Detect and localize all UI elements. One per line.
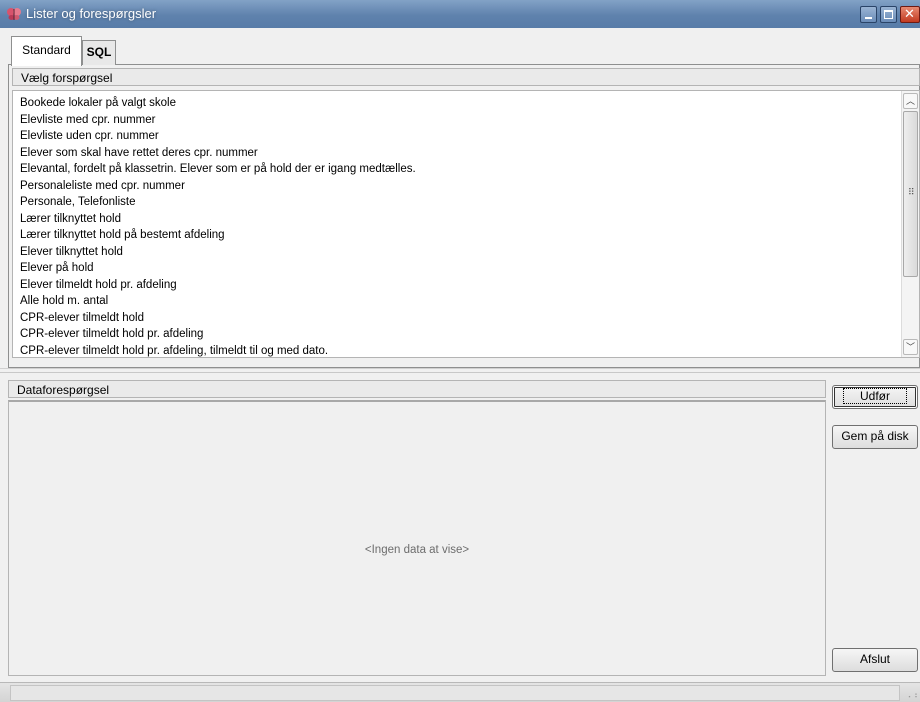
window-title: Lister og forespørgsler bbox=[26, 6, 157, 21]
scroll-thumb[interactable]: ⠿ bbox=[903, 111, 918, 277]
data-grid[interactable]: <Ingen data at vise> bbox=[8, 400, 826, 676]
query-list-item[interactable]: Elever som skal have rettet deres cpr. n… bbox=[20, 145, 895, 162]
execute-button-label: Udfør bbox=[843, 388, 907, 404]
query-list-item[interactable]: Bookede lokaler på valgt skole bbox=[20, 95, 895, 112]
query-list-item[interactable]: Lærer tilknyttet hold på bestemt afdelin… bbox=[20, 227, 895, 244]
query-list-item[interactable]: Elever tilknyttet hold bbox=[20, 244, 895, 261]
status-panel bbox=[10, 685, 900, 701]
panel-splitter[interactable] bbox=[0, 368, 920, 373]
minimize-icon bbox=[865, 17, 872, 19]
scroll-up-button[interactable]: ︿ bbox=[903, 93, 918, 109]
resize-grip-icon[interactable]: ⠠⠰ bbox=[905, 691, 918, 700]
grip-icon: ⠿ bbox=[908, 187, 915, 197]
minimize-button[interactable] bbox=[860, 6, 877, 23]
query-list-item[interactable]: Lærer tilknyttet hold bbox=[20, 211, 895, 228]
close-icon: ✕ bbox=[904, 7, 915, 22]
execute-button[interactable]: Udfør bbox=[832, 385, 918, 409]
maximize-icon bbox=[884, 10, 893, 19]
query-list-item[interactable]: CPR-elever tilmeldt hold bbox=[20, 310, 895, 327]
chevron-down-icon: ﹀ bbox=[905, 342, 915, 352]
query-list-item[interactable]: Elevantal, fordelt på klassetrin. Elever… bbox=[20, 161, 895, 178]
query-list-item[interactable]: Personaleliste med cpr. nummer bbox=[20, 178, 895, 195]
tab-sql[interactable]: SQL bbox=[82, 40, 116, 65]
empty-data-message: <Ingen data at vise> bbox=[364, 544, 470, 556]
query-list-item[interactable]: Personale, Telefonliste bbox=[20, 194, 895, 211]
maximize-button[interactable] bbox=[880, 6, 897, 23]
query-list-item[interactable]: Elevliste uden cpr. nummer bbox=[20, 128, 895, 145]
query-list-scrollbar[interactable]: ︿ ⠿ ﹀ bbox=[901, 91, 919, 357]
query-list-item[interactable]: Elevliste med cpr. nummer bbox=[20, 112, 895, 129]
data-section-header: Dataforespørgsel bbox=[8, 380, 826, 398]
scroll-down-button[interactable]: ﹀ bbox=[903, 339, 918, 355]
query-list[interactable]: Bookede lokaler på valgt skole Elevliste … bbox=[12, 90, 920, 358]
close-app-button[interactable]: Afslut bbox=[832, 648, 918, 672]
status-bar: ⠠⠰ bbox=[0, 682, 920, 702]
query-section-header: Vælg forspørgsel bbox=[12, 68, 920, 86]
chevron-up-icon: ︿ bbox=[905, 96, 915, 106]
query-list-item[interactable]: CPR-elever tilmeldt hold pr. afdeling, t… bbox=[20, 343, 895, 360]
butterfly-icon bbox=[7, 8, 21, 20]
query-items: Bookede lokaler på valgt skole Elevliste … bbox=[20, 95, 895, 359]
save-to-disk-button[interactable]: Gem på disk bbox=[832, 425, 918, 449]
query-list-item[interactable]: Alle hold m. antal bbox=[20, 293, 895, 310]
close-window-button[interactable]: ✕ bbox=[900, 6, 920, 23]
title-bar[interactable]: Lister og forespørgsler ✕ bbox=[0, 0, 920, 28]
query-list-item[interactable]: CPR-elever tilmeldt hold pr. afdeling bbox=[20, 326, 895, 343]
query-list-item[interactable]: Elever på hold bbox=[20, 260, 895, 277]
tab-standard[interactable]: Standard bbox=[11, 36, 82, 66]
query-list-item[interactable]: Elever tilmeldt hold pr. afdeling bbox=[20, 277, 895, 294]
